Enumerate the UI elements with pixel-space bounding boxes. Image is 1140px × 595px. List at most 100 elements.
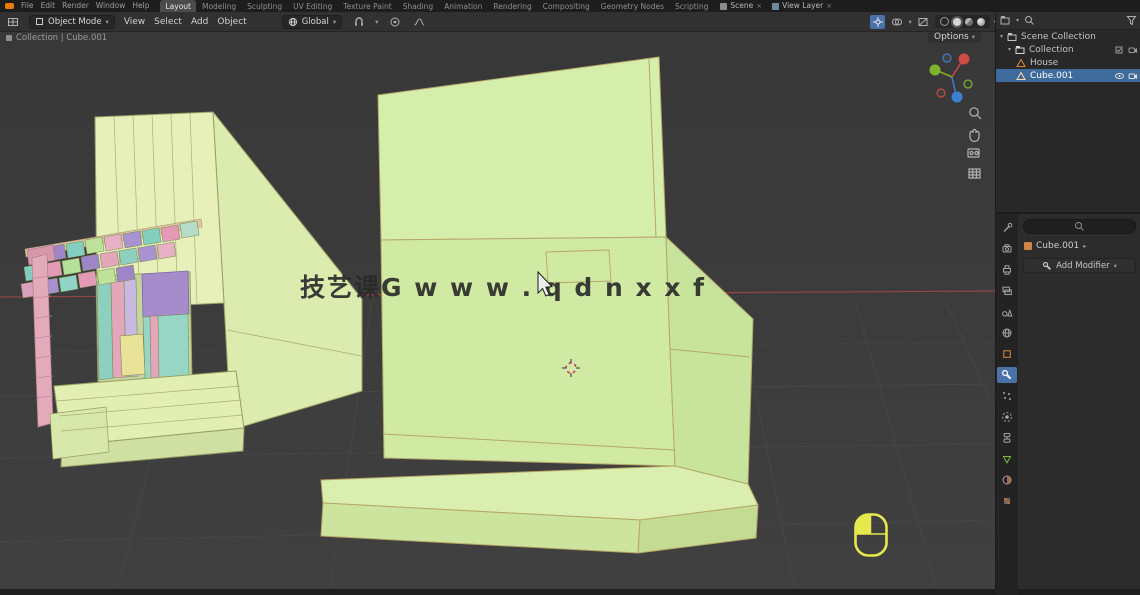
tab-object-data-icon[interactable] — [997, 451, 1017, 467]
tab-view-layer-icon[interactable] — [997, 283, 1017, 299]
orientation-selector[interactable]: Global ▾ — [282, 15, 342, 29]
editor-type-icon[interactable] — [5, 15, 20, 29]
blender-logo-icon[interactable] — [5, 3, 14, 9]
view-layer-selector[interactable]: View Layer × — [772, 0, 832, 12]
tab-modifiers-icon[interactable] — [997, 367, 1017, 383]
outliner: ▾ ▾ Scene Collection ▾ Collection House — [996, 12, 1140, 212]
chevron-down-icon[interactable]: ▾ — [1016, 17, 1019, 24]
proportional-editing-icon[interactable] — [387, 15, 402, 29]
options-button[interactable]: Options ▾ — [928, 31, 981, 43]
xray-toggle-icon[interactable] — [916, 15, 931, 29]
render-camera-icon[interactable] — [1128, 72, 1138, 80]
tab-physics-icon[interactable] — [997, 409, 1017, 425]
menu-render[interactable]: Render — [62, 0, 89, 12]
gizmo-y-axis[interactable] — [930, 65, 941, 76]
overlays-caret-icon[interactable]: ▾ — [908, 18, 911, 26]
snap-options-caret-icon[interactable]: ▾ — [375, 18, 378, 26]
watermark-text: 技艺课G w w w . q d n x x f — [300, 268, 706, 304]
outliner-row-cube-001[interactable]: Cube.001 — [996, 69, 1140, 82]
workspace-tab-layout[interactable]: Layout — [160, 0, 196, 12]
collection-icon — [6, 35, 12, 41]
add-modifier-button[interactable]: Add Modifier ▾ — [1023, 258, 1136, 273]
workspace-tab-rendering[interactable]: Rendering — [488, 0, 536, 12]
viewport-menu-object[interactable]: Object — [217, 17, 246, 27]
expand-caret-icon[interactable]: ▾ — [1008, 46, 1011, 53]
scene-icon — [720, 3, 727, 10]
shading-solid-icon[interactable] — [953, 18, 961, 26]
tab-output-icon[interactable] — [997, 262, 1017, 278]
wrench-icon — [1042, 261, 1052, 271]
chevron-right-icon: ▸ — [1083, 242, 1086, 250]
workspace-tab-scripting[interactable]: Scripting — [670, 0, 713, 12]
exclude-checkbox-icon[interactable] — [1115, 46, 1125, 54]
gizmo-toggle-icon[interactable] — [870, 15, 885, 29]
gizmo-x-axis[interactable] — [959, 54, 970, 65]
gizmo-z-neg[interactable] — [943, 54, 951, 62]
workspace-tab-compositing[interactable]: Compositing — [538, 0, 595, 12]
scene-selector-label: Scene — [730, 0, 753, 12]
outliner-row-label: House — [1030, 58, 1058, 68]
workspace-tab-sculpting[interactable]: Sculpting — [242, 0, 287, 12]
gizmo-x-neg[interactable] — [937, 89, 945, 97]
workspace-tab-animation[interactable]: Animation — [439, 0, 487, 12]
tab-tool-icon[interactable] — [997, 220, 1017, 236]
outliner-header: ▾ — [996, 12, 1140, 30]
gizmo-z-axis[interactable] — [952, 92, 963, 103]
tab-scene-icon[interactable] — [997, 304, 1017, 320]
workspace-tab-texture-paint[interactable]: Texture Paint — [338, 0, 396, 12]
overlays-toggle-icon[interactable] — [889, 15, 904, 29]
topbar: File Edit Render Window Help Layout Mode… — [0, 0, 1140, 12]
view-layer-unlink-icon[interactable]: × — [826, 0, 832, 12]
object-mode-icon — [35, 17, 44, 26]
visibility-eye-icon[interactable] — [1114, 72, 1125, 80]
properties-search[interactable] — [1023, 219, 1136, 234]
tab-particles-icon[interactable] — [997, 388, 1017, 404]
properties-editor: Cube.001 ▸ Add Modifier ▾ — [996, 214, 1140, 589]
render-camera-icon[interactable] — [1128, 46, 1138, 54]
viewport-menu-view[interactable]: View — [124, 17, 145, 27]
outliner-row-label: Collection — [1029, 45, 1074, 55]
workspace-tabs: Layout Modeling Sculpting UV Editing Tex… — [160, 0, 713, 12]
snap-magnet-icon[interactable] — [351, 15, 366, 29]
scene-collection-icon — [1007, 32, 1017, 42]
tab-render-icon[interactable] — [997, 241, 1017, 257]
tab-texture-icon[interactable] — [997, 493, 1017, 509]
chevron-down-icon: ▾ — [972, 33, 975, 41]
viewport-menu-select[interactable]: Select — [154, 17, 182, 27]
falloff-curve-icon[interactable] — [411, 15, 426, 29]
tab-material-icon[interactable] — [997, 472, 1017, 488]
workspace-tab-shading[interactable]: Shading — [398, 0, 438, 12]
shading-wireframe-icon[interactable] — [940, 17, 949, 26]
menu-edit[interactable]: Edit — [41, 0, 56, 12]
viewport-menu-add[interactable]: Add — [191, 17, 208, 27]
workspace-tab-geometry-nodes[interactable]: Geometry Nodes — [596, 0, 669, 12]
tab-constraints-icon[interactable] — [997, 430, 1017, 446]
workspace-tab-uv-editing[interactable]: UV Editing — [288, 0, 337, 12]
chevron-down-icon: ▾ — [1114, 262, 1117, 270]
filter-funnel-icon[interactable] — [1126, 15, 1137, 26]
shading-rendered-icon[interactable] — [977, 18, 985, 26]
mode-selector[interactable]: Object Mode ▾ — [29, 15, 115, 29]
menu-window[interactable]: Window — [96, 0, 126, 12]
expand-caret-icon[interactable]: ▾ — [1000, 33, 1003, 40]
tab-world-icon[interactable] — [997, 325, 1017, 341]
outliner-row-house[interactable]: House — [996, 56, 1140, 69]
viewport-header-right: ▾ ▾ — [870, 15, 997, 29]
outliner-display-mode-icon[interactable] — [1000, 15, 1011, 26]
outliner-search-icon[interactable] — [1024, 15, 1035, 26]
gizmo-y-neg[interactable] — [964, 80, 972, 88]
menu-file[interactable]: File — [21, 0, 34, 12]
scene-selector[interactable]: Scene × — [720, 0, 762, 12]
menu-help[interactable]: Help — [132, 0, 149, 12]
outliner-row-label: Cube.001 — [1030, 71, 1073, 81]
search-icon — [1074, 221, 1085, 232]
workspace-tab-modeling[interactable]: Modeling — [197, 0, 241, 12]
scene-unlink-icon[interactable]: × — [756, 0, 762, 12]
tab-object-icon[interactable] — [997, 346, 1017, 362]
shading-material-icon[interactable] — [965, 18, 973, 26]
chevron-down-icon: ▾ — [106, 18, 109, 26]
outliner-row-scene-collection[interactable]: ▾ Scene Collection — [996, 30, 1140, 43]
properties-tab-strip — [996, 214, 1018, 595]
outliner-row-collection[interactable]: ▾ Collection — [996, 43, 1140, 56]
topbar-right: Scene × View Layer × — [720, 0, 832, 12]
